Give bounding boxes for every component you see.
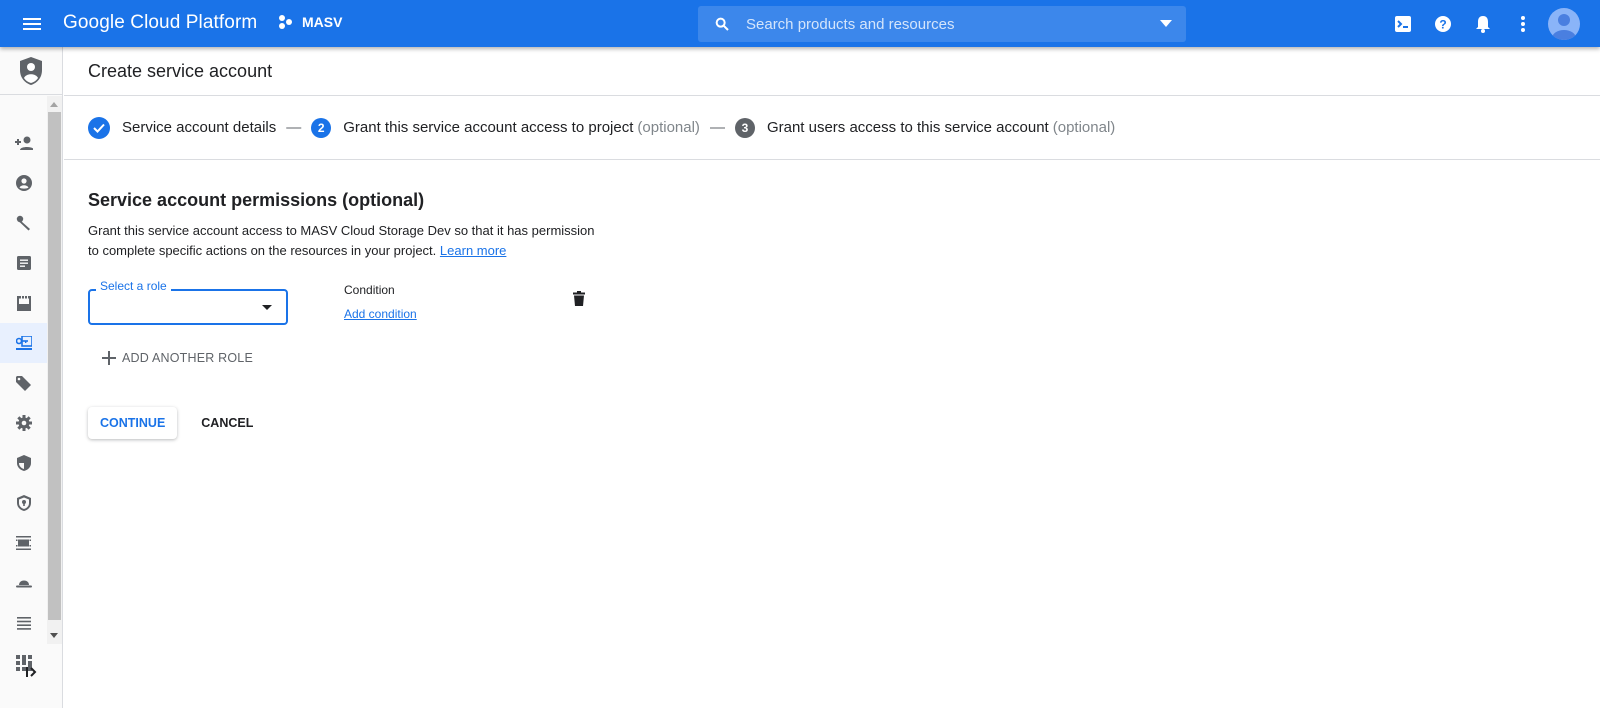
main-content: Create service account Service account d… [64, 47, 1600, 708]
left-navigation [0, 47, 63, 708]
step-service-account-details[interactable]: Service account details [88, 116, 277, 139]
gear-icon [15, 415, 32, 431]
document-icon [16, 256, 31, 270]
search-bar[interactable]: Search products and resources [698, 6, 1186, 42]
scroll-up-arrow[interactable] [50, 102, 58, 107]
step-grant-users-access[interactable]: 3 Grant users access to this service acc… [734, 117, 1116, 138]
iam-shield-icon [0, 47, 62, 95]
sidebar-item-service-accounts[interactable] [0, 323, 47, 363]
check-circle-icon [88, 116, 110, 139]
project-selector[interactable]: MASV [278, 14, 342, 30]
section-description: Grant this service account access to MAS… [88, 221, 598, 261]
sidebar-item-org-policies[interactable] [0, 283, 47, 323]
chevron-down-icon [262, 305, 272, 310]
add-condition-link[interactable]: Add condition [344, 307, 417, 321]
step-optional-tag: (optional) [637, 119, 700, 136]
organization-policies-icon [16, 295, 31, 311]
service-accounts-icon [15, 336, 32, 350]
identity-aware-proxy-icon [16, 495, 31, 511]
brand-logo-text[interactable]: Google Cloud Platform [63, 12, 257, 34]
page-header: Create service account [64, 47, 1600, 96]
sidebar-item-audit-logs[interactable] [0, 563, 47, 603]
top-app-bar: Google Cloud Platform MASV Search produc… [0, 0, 1600, 47]
trash-icon [573, 291, 585, 306]
section-title: Service account permissions (optional) [88, 190, 425, 210]
sidebar-item-privacy[interactable] [0, 443, 47, 483]
roles-icon [16, 536, 31, 550]
plus-icon [102, 351, 116, 365]
person-add-icon [14, 136, 33, 150]
step-number-badge: 3 [734, 117, 755, 138]
form-actions: CONTINUE CANCEL [88, 407, 1576, 439]
cancel-button[interactable]: CANCEL [189, 407, 265, 439]
sidebar-scrollbar[interactable] [47, 96, 62, 644]
delete-role-button[interactable] [573, 291, 585, 311]
sidebar-item-iap[interactable] [0, 483, 47, 523]
description-text: Grant this service account access to MAS… [88, 223, 595, 258]
step-grant-project-access[interactable]: 2 Grant this service account access to p… [311, 117, 700, 138]
role-select-dropdown[interactable]: Select a role [88, 279, 288, 325]
list-icon [16, 616, 31, 630]
main-menu-button[interactable] [20, 12, 44, 36]
add-another-role-button[interactable]: ADD ANOTHER ROLE [102, 351, 1576, 365]
role-select-label: Select a role [96, 279, 171, 293]
search-input[interactable]: Search products and resources [746, 16, 1146, 33]
sidebar-item-labels[interactable] [0, 363, 47, 403]
cloud-shell-icon[interactable] [1383, 4, 1423, 44]
search-dropdown-icon[interactable] [1146, 20, 1186, 28]
sidebar-item-roles[interactable] [0, 523, 47, 563]
sidebar-item-asset-inventory[interactable] [0, 603, 47, 643]
svg-text:?: ? [1439, 17, 1446, 31]
more-vert-icon[interactable] [1503, 4, 1543, 44]
sidebar-item-person-add[interactable] [0, 123, 47, 163]
scrollbar-thumb[interactable] [48, 112, 61, 620]
sidebar-item-settings[interactable] [0, 403, 47, 443]
wrench-icon [16, 215, 30, 231]
continue-button[interactable]: CONTINUE [88, 407, 178, 439]
permissions-section: Service account permissions (optional) G… [64, 160, 1600, 469]
collapse-nav-button[interactable] [0, 652, 63, 692]
sidebar-item-iam[interactable] [0, 96, 47, 123]
step-optional-tag: (optional) [1052, 119, 1116, 136]
scroll-down-arrow[interactable] [50, 633, 58, 638]
sidebar-item-identity[interactable] [0, 163, 47, 203]
notifications-icon[interactable] [1463, 4, 1503, 44]
audit-logs-icon [15, 580, 32, 588]
sidebar-item-troubleshooter[interactable] [0, 203, 47, 243]
condition-label: Condition [344, 283, 395, 297]
step-number-badge: 2 [311, 117, 332, 138]
privacy-shield-icon [16, 455, 31, 471]
learn-more-link[interactable]: Learn more [440, 243, 506, 258]
step-label: Grant this service account access to pro… [343, 119, 634, 136]
page-title: Create service account [88, 60, 273, 81]
add-another-role-label: ADD ANOTHER ROLE [122, 351, 254, 365]
account-avatar[interactable] [1548, 8, 1580, 40]
sidebar-item-analyzer[interactable] [0, 243, 47, 283]
step-separator: — [286, 119, 302, 136]
project-name: MASV [302, 14, 343, 30]
step-label: Service account details [122, 119, 277, 136]
step-separator: — [709, 119, 725, 136]
role-row: Select a role Condition Add condition [88, 279, 1576, 351]
step-label: Grant users access to this service accou… [766, 119, 1049, 136]
search-icon [698, 16, 746, 32]
stepper: Service account details — 2 Grant this s… [64, 96, 1600, 160]
help-icon[interactable]: ? [1423, 4, 1463, 44]
project-icon [279, 15, 292, 29]
account-circle-icon [15, 175, 32, 191]
collapse-nav-icon [25, 667, 36, 677]
tag-icon [16, 375, 31, 391]
